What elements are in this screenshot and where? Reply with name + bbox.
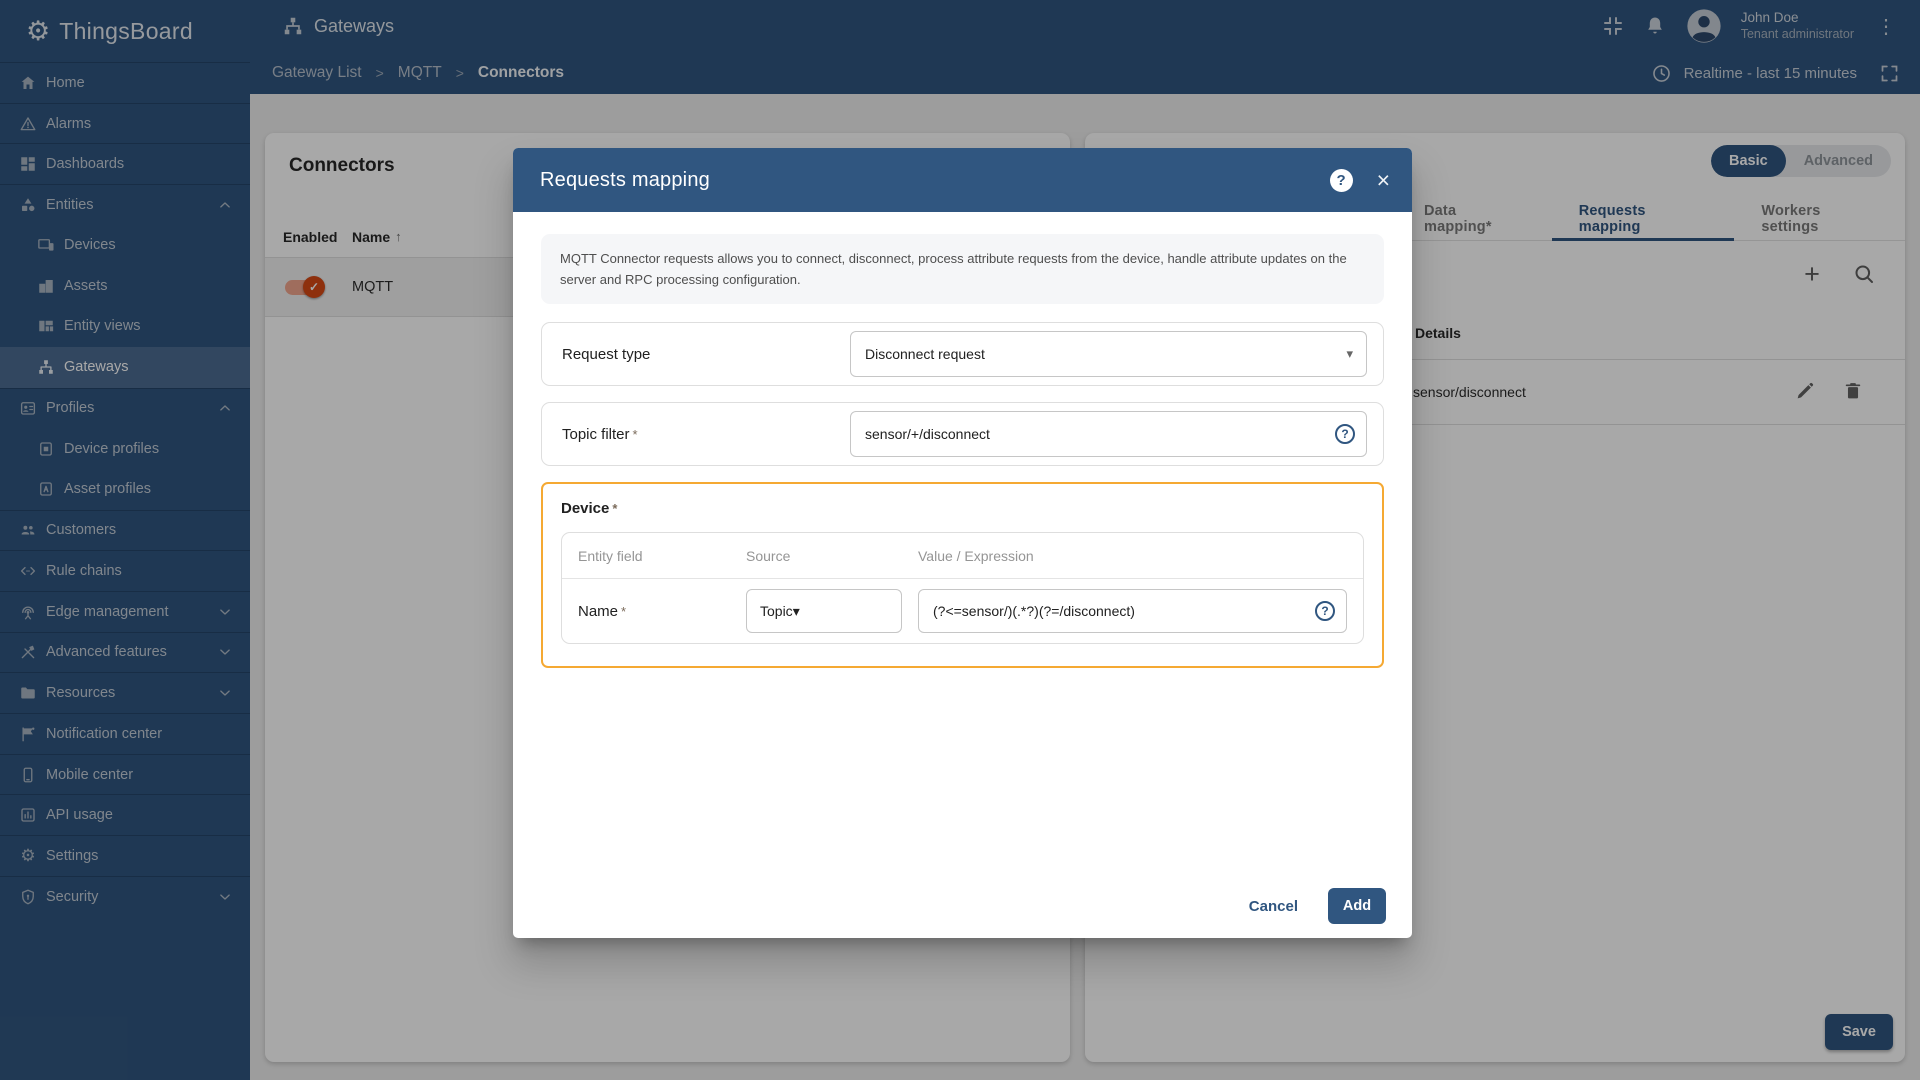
help-icon[interactable]: ?: [1329, 168, 1353, 192]
request-type-row: Request type Disconnect request ▾: [541, 322, 1384, 386]
cancel-button[interactable]: Cancel: [1249, 898, 1298, 915]
device-table-header: Entity field Source Value / Expression: [562, 533, 1363, 579]
request-type-label: Request type: [562, 345, 651, 363]
dropdown-caret-icon: ▾: [1346, 346, 1353, 361]
topic-filter-help-icon[interactable]: ?: [1335, 424, 1355, 444]
device-name-row: Name * Topic ▾ (?<=sensor/)(.*?)(?=/disco…: [562, 579, 1363, 643]
topic-filter-input[interactable]: sensor/+/disconnect ?: [850, 411, 1367, 457]
dialog-title: Requests mapping: [540, 168, 710, 191]
expression-input[interactable]: (?<=sensor/)(.*?)(?=/disconnect) ?: [918, 589, 1347, 633]
dropdown-caret-icon: ▾: [792, 602, 800, 619]
thingsboard-app: ⚙ ThingsBoard Home Alarms Dashboards Entiti…: [0, 0, 1920, 1080]
device-section: Device * Entity field Source Value / Expr…: [541, 482, 1384, 668]
dialog-description: MQTT Connector requests allows you to co…: [541, 234, 1384, 304]
expression-help-icon[interactable]: ?: [1315, 601, 1335, 621]
add-button[interactable]: Add: [1328, 888, 1386, 924]
requests-mapping-dialog: Requests mapping ? × MQTT Connector requ…: [513, 148, 1412, 938]
close-icon[interactable]: ×: [1377, 168, 1390, 192]
column-value-expression: Value / Expression: [918, 547, 1034, 564]
topic-filter-label: Topic filter *: [562, 425, 638, 443]
dialog-header: Requests mapping ? ×: [513, 148, 1412, 212]
request-type-select[interactable]: Disconnect request ▾: [850, 331, 1367, 377]
source-select[interactable]: Topic ▾: [746, 589, 902, 633]
device-mapping-table: Entity field Source Value / Expression N…: [561, 532, 1364, 644]
topic-filter-row: Topic filter * sensor/+/disconnect ?: [541, 402, 1384, 466]
column-entity-field: Entity field: [578, 547, 643, 564]
entity-field-name-label: Name *: [578, 602, 627, 620]
device-section-label: Device *: [561, 500, 618, 517]
column-source: Source: [746, 547, 791, 564]
